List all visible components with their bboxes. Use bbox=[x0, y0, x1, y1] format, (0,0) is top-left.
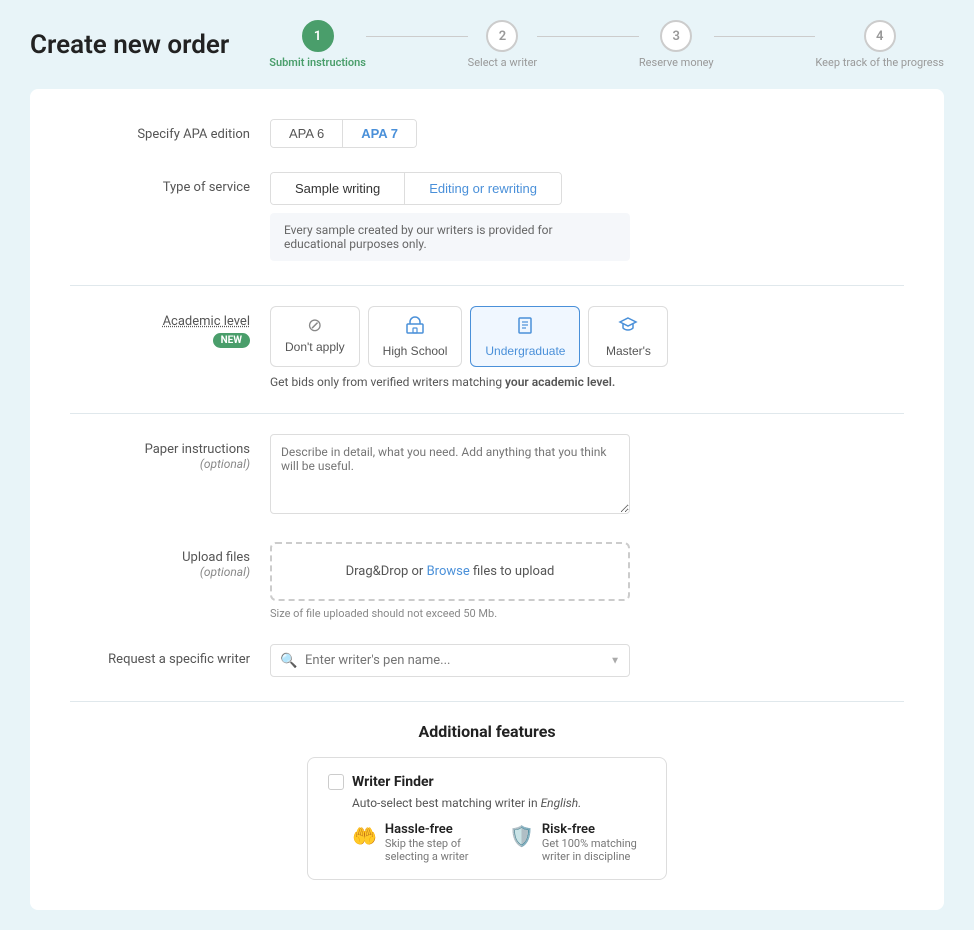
upload-text: Drag&Drop or bbox=[346, 564, 427, 579]
academic-note: Get bids only from verified writers matc… bbox=[270, 375, 904, 389]
service-label: Type of service bbox=[70, 172, 270, 195]
upload-note: Size of file uploaded should not exceed … bbox=[270, 607, 904, 620]
risk-free-desc: Get 100% matching writer in discipline bbox=[542, 837, 646, 863]
apa-row: Specify APA edition APA 6 APA 7 bbox=[70, 119, 904, 148]
upload-files-row: Upload files (optional) Drag&Drop or Bro… bbox=[70, 542, 904, 620]
service-content: Sample writing Editing or rewriting Ever… bbox=[270, 172, 904, 261]
hassle-free-text: Hassle-free Skip the step of selecting a… bbox=[385, 822, 489, 863]
level-undergraduate-label: Undergraduate bbox=[485, 344, 565, 358]
features-card-area: Writer Finder Auto-select best matching … bbox=[70, 757, 904, 880]
apa-buttons: APA 6 APA 7 bbox=[270, 119, 417, 148]
level-masters[interactable]: Master's bbox=[588, 306, 668, 367]
academic-content: ⊘ Don't apply High School bbox=[270, 306, 904, 389]
hassle-free-title: Hassle-free bbox=[385, 822, 489, 837]
step-3-label: Reserve money bbox=[639, 56, 714, 69]
feature-subtitle: Auto-select best matching writer in Engl… bbox=[352, 796, 646, 810]
additional-features: Additional features Writer Finder Auto-s… bbox=[70, 722, 904, 880]
step-2: 2 Select a writer bbox=[468, 20, 538, 69]
step-line-2 bbox=[537, 36, 639, 37]
upload-content: Drag&Drop or Browse files to upload Size… bbox=[270, 542, 904, 620]
page-container: Create new order 1 Submit instructions 2… bbox=[0, 0, 974, 930]
level-high-school[interactable]: High School bbox=[368, 306, 463, 367]
steps-bar: 1 Submit instructions 2 Select a writer … bbox=[269, 20, 944, 69]
risk-free-text: Risk-free Get 100% matching writer in di… bbox=[542, 822, 646, 863]
divider-1 bbox=[70, 285, 904, 286]
service-buttons: Sample writing Editing or rewriting bbox=[270, 172, 562, 205]
step-2-label: Select a writer bbox=[468, 56, 538, 69]
divider-2 bbox=[70, 413, 904, 414]
step-3-circle: 3 bbox=[660, 20, 692, 52]
academic-label: Academic level bbox=[70, 314, 250, 329]
hassle-free-item: 🤲 Hassle-free Skip the step of selecting… bbox=[352, 822, 489, 863]
level-high-school-label: High School bbox=[383, 344, 448, 358]
step-3: 3 Reserve money bbox=[639, 20, 714, 69]
step-1: 1 Submit instructions bbox=[269, 20, 366, 69]
undergraduate-icon bbox=[515, 315, 535, 340]
writer-label: Request a specific writer bbox=[70, 644, 270, 667]
divider-3 bbox=[70, 701, 904, 702]
hassle-free-desc: Skip the step of selecting a writer bbox=[385, 837, 489, 863]
writer-content: 🔍 ▼ bbox=[270, 644, 904, 677]
feature-card-header: Writer Finder bbox=[328, 774, 646, 790]
step-4-circle: 4 bbox=[864, 20, 896, 52]
risk-free-title: Risk-free bbox=[542, 822, 646, 837]
writer-finder-card: Writer Finder Auto-select best matching … bbox=[307, 757, 667, 880]
header: Create new order 1 Submit instructions 2… bbox=[30, 20, 944, 69]
hassle-free-icon: 🤲 bbox=[352, 824, 377, 848]
level-dont-apply[interactable]: ⊘ Don't apply bbox=[270, 306, 360, 367]
apa-label: Specify APA edition bbox=[70, 119, 270, 142]
academic-label-group: Academic level NEW bbox=[70, 306, 270, 348]
step-2-circle: 2 bbox=[486, 20, 518, 52]
additional-features-title: Additional features bbox=[70, 722, 904, 741]
masters-icon bbox=[618, 315, 638, 340]
step-line-3 bbox=[714, 36, 816, 37]
step-line-1 bbox=[366, 36, 468, 37]
apa-7-button[interactable]: APA 7 bbox=[342, 120, 416, 147]
chevron-down-icon: ▼ bbox=[610, 655, 620, 666]
search-icon: 🔍 bbox=[280, 653, 297, 669]
step-1-label: Submit instructions bbox=[269, 56, 366, 69]
paper-content bbox=[270, 434, 904, 518]
service-note: Every sample created by our writers is p… bbox=[270, 213, 630, 261]
level-buttons: ⊘ Don't apply High School bbox=[270, 306, 904, 367]
paper-label: Paper instructions (optional) bbox=[70, 434, 270, 471]
step-4-label: Keep track of the progress bbox=[815, 56, 944, 69]
paper-textarea[interactable] bbox=[270, 434, 630, 514]
level-undergraduate[interactable]: Undergraduate bbox=[470, 306, 580, 367]
browse-link[interactable]: Browse bbox=[427, 564, 470, 579]
dont-apply-icon: ⊘ bbox=[307, 315, 322, 336]
new-badge: NEW bbox=[213, 333, 250, 348]
page-title: Create new order bbox=[30, 30, 229, 60]
writer-row: Request a specific writer 🔍 ▼ bbox=[70, 644, 904, 677]
feature-items: 🤲 Hassle-free Skip the step of selecting… bbox=[352, 822, 646, 863]
level-dont-apply-label: Don't apply bbox=[285, 340, 345, 354]
apa-content: APA 6 APA 7 bbox=[270, 119, 904, 148]
risk-free-item: 🛡️ Risk-free Get 100% matching writer in… bbox=[509, 822, 646, 863]
apa-6-button[interactable]: APA 6 bbox=[271, 120, 342, 147]
upload-text2: files to upload bbox=[470, 564, 555, 579]
high-school-icon bbox=[405, 315, 425, 340]
level-masters-label: Master's bbox=[606, 344, 651, 358]
step-4: 4 Keep track of the progress bbox=[815, 20, 944, 69]
writer-finder-checkbox[interactable] bbox=[328, 774, 344, 790]
upload-area[interactable]: Drag&Drop or Browse files to upload bbox=[270, 542, 630, 601]
main-card: Specify APA edition APA 6 APA 7 Type of … bbox=[30, 89, 944, 910]
paper-instructions-row: Paper instructions (optional) bbox=[70, 434, 904, 518]
academic-level-row: Academic level NEW ⊘ Don't apply bbox=[70, 306, 904, 389]
editing-rewriting-button[interactable]: Editing or rewriting bbox=[404, 173, 561, 204]
risk-free-icon: 🛡️ bbox=[509, 824, 534, 848]
upload-label: Upload files (optional) bbox=[70, 542, 270, 579]
writer-input-wrap: 🔍 ▼ bbox=[270, 644, 630, 677]
sample-writing-button[interactable]: Sample writing bbox=[271, 173, 404, 204]
feature-title: Writer Finder bbox=[352, 774, 434, 790]
service-row: Type of service Sample writing Editing o… bbox=[70, 172, 904, 261]
writer-input[interactable] bbox=[270, 644, 630, 677]
step-1-circle: 1 bbox=[302, 20, 334, 52]
